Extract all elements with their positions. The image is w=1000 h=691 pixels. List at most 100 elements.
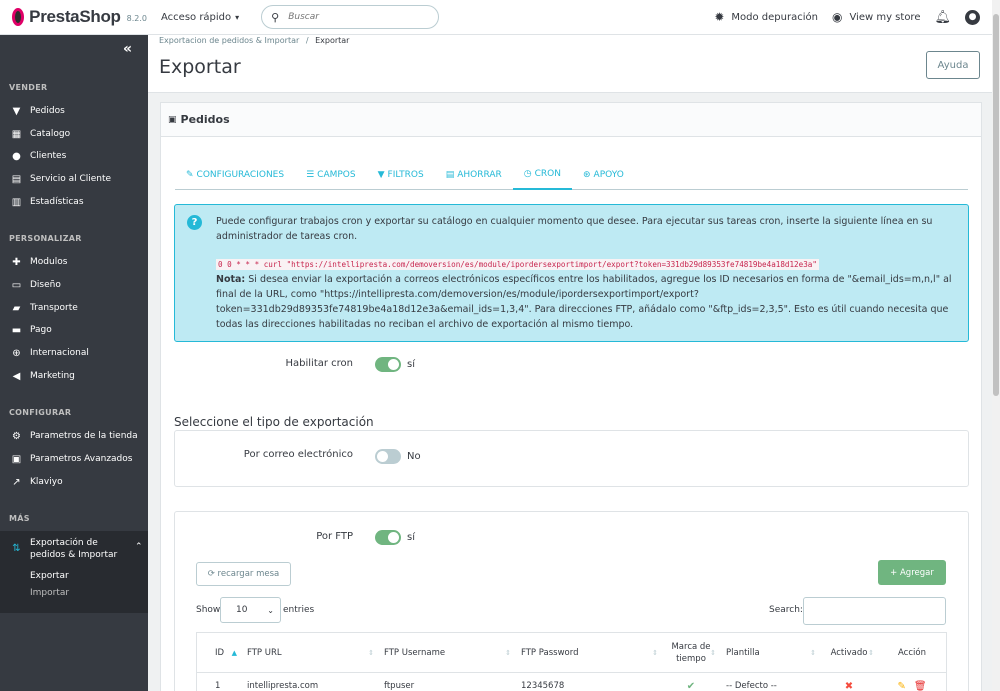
- sidebar-item-servicio[interactable]: ▤ Servicio al Cliente: [0, 169, 148, 189]
- sidebar-item-label: Servicio al Cliente: [30, 174, 112, 184]
- top-header: PrestaShop 8.2.0 Acceso rápido ▾ ⚲ ✹ Mod…: [0, 0, 992, 35]
- section-personalizar: PERSONALIZAR: [9, 234, 82, 243]
- sidebar-item-parametros-avanzados[interactable]: ▣ Parametros Avanzados: [0, 449, 148, 469]
- tab-configuraciones[interactable]: ✎ CONFIGURACIONES: [175, 160, 295, 190]
- chevron-down-icon: ⌄: [267, 605, 274, 615]
- col-template[interactable]: Plantilla ⇕: [720, 633, 820, 673]
- sidebar-item-label: Diseño: [30, 280, 61, 290]
- puzzle-icon: ✚: [12, 256, 21, 268]
- trash-icon[interactable]: 🗑︎: [914, 681, 927, 691]
- col-ftp-username[interactable]: FTP Username ⇕: [378, 633, 515, 673]
- col-id-label: ID: [215, 648, 225, 658]
- cron-info-alert: ? Puede configurar trabajos cron y expor…: [174, 204, 969, 342]
- sidebar-item-marketing[interactable]: ◀ Marketing: [0, 366, 148, 386]
- sidebar-item-internacional[interactable]: ⊕ Internacional: [0, 343, 148, 363]
- tab-campos[interactable]: ☰ CAMPOS: [295, 160, 367, 190]
- sidebar-item-estadisticas[interactable]: ▥ Estadísticas: [0, 192, 148, 212]
- sidebar-item-pago[interactable]: ▬ Pago: [0, 320, 148, 340]
- sidebar-item-exportacion[interactable]: ⇅ Exportación de pedidos & Importar ⌃: [0, 531, 148, 613]
- col-url-label: FTP URL: [247, 648, 282, 658]
- cell-template: -- Defecto --: [726, 681, 777, 691]
- sidebar-item-transporte[interactable]: ▰ Transporte: [0, 298, 148, 318]
- money-icon: ▣: [168, 114, 177, 125]
- quick-access-dropdown[interactable]: Acceso rápido ▾: [161, 12, 239, 23]
- sidebar-item-parametros-tienda[interactable]: ⚙ Parametros de la tienda: [0, 426, 148, 446]
- sidebar-item-catalogo[interactable]: ▦ Catalogo: [0, 124, 148, 144]
- view-store-link[interactable]: ◉ View my store: [832, 10, 921, 24]
- sliders-icon: ☰: [306, 170, 315, 180]
- table-search-input[interactable]: [803, 597, 946, 625]
- add-ftp-button[interactable]: + Agregar: [878, 560, 946, 585]
- sidebar-item-pedidos[interactable]: ▼ Pedidos: [0, 101, 148, 121]
- check-icon[interactable]: ✔: [687, 681, 695, 691]
- edit-icon[interactable]: ✎: [897, 681, 905, 691]
- search-box[interactable]: ⚲: [261, 5, 440, 29]
- user-account-icon[interactable]: ●: [965, 9, 980, 25]
- collapse-sidebar-icon[interactable]: «: [123, 41, 132, 57]
- basket-icon: ▼: [12, 105, 21, 117]
- alert-note: Nota: Si desea enviar la exportación a c…: [216, 272, 956, 332]
- tab-label: CAMPOS: [317, 170, 356, 180]
- page-scrollbar[interactable]: [992, 0, 1000, 691]
- tab-label: APOYO: [593, 170, 624, 180]
- sort-icon: ⇕: [868, 649, 874, 657]
- switch-knob: [388, 359, 399, 370]
- desktop-icon: ▭: [11, 279, 22, 291]
- save-icon: ▤: [445, 170, 455, 180]
- scrollbar-thumb[interactable]: [993, 14, 999, 396]
- notifications-bell-icon[interactable]: 🔔︎: [934, 10, 951, 25]
- import-export-icon: ⇅: [12, 543, 21, 554]
- tab-apoyo[interactable]: ⊛ APOYO: [572, 160, 635, 190]
- col-ftp-password[interactable]: FTP Password ⇕: [515, 633, 662, 673]
- entries-label: entries: [283, 605, 315, 615]
- sidebar-item-label: Marketing: [30, 371, 75, 381]
- table-row: 1 intellipresta.com ftpuser 12345678 ✔ -…: [197, 673, 946, 691]
- page-title: Exportar: [159, 56, 241, 78]
- ftp-export-value: sí: [407, 532, 415, 543]
- sidebar-item-label: Pedidos: [30, 106, 65, 116]
- col-timestamp-label: Marca de tiempo: [671, 642, 711, 664]
- ftp-table: ID ▲ FTP URL ⇕ FTP Username ⇕ FTP Password ⇕…: [196, 632, 947, 691]
- ftp-export-switch[interactable]: [375, 530, 401, 545]
- note-text: Si desea enviar la exportación a correos…: [216, 274, 952, 330]
- search-icon: ⚲: [271, 10, 280, 24]
- tab-label: CONFIGURACIONES: [196, 170, 285, 180]
- truck-icon: ▰: [12, 302, 21, 314]
- search-input[interactable]: [288, 12, 419, 22]
- sidebar-item-clientes[interactable]: ● Clientes: [0, 146, 148, 166]
- enable-cron-switch[interactable]: [375, 357, 401, 372]
- prestashop-logo[interactable]: PrestaShop 8.2.0: [12, 7, 147, 27]
- chat-icon: ▤: [11, 173, 22, 185]
- entries-select[interactable]: 10 ⌄: [220, 597, 281, 623]
- sidebar-subitem-exportar[interactable]: Exportar: [30, 571, 69, 581]
- col-username-label: FTP Username: [384, 648, 446, 658]
- col-ftp-url[interactable]: FTP URL ⇕: [241, 633, 378, 673]
- col-id[interactable]: ID ▲: [197, 633, 241, 673]
- col-active[interactable]: Activado ⇕: [820, 633, 878, 673]
- col-timestamp[interactable]: Marca de tiempo ⇕: [662, 633, 720, 673]
- col-action: Acción: [878, 633, 946, 673]
- cell-ftp-password: 12345678: [521, 681, 565, 691]
- sidebar-item-label: Transporte: [30, 303, 78, 313]
- breadcrumb-current: Exportar: [315, 36, 350, 45]
- sidebar-item-diseno[interactable]: ▭ Diseño: [0, 275, 148, 295]
- tab-cron[interactable]: ◷ CRON: [512, 160, 572, 190]
- switch-knob: [377, 451, 388, 462]
- brand-name: PrestaShop: [29, 7, 121, 26]
- cell-ftp-username: ftpuser: [384, 681, 415, 691]
- cross-icon[interactable]: ✖: [845, 681, 853, 691]
- sidebar-item-klaviyo[interactable]: ↗ Klaviyo: [0, 472, 148, 492]
- export-type-title: Seleccione el tipo de exportación: [174, 415, 374, 429]
- ftp-export-label: Por FTP: [316, 531, 353, 542]
- sort-icon: ⇕: [710, 649, 716, 657]
- reload-table-button[interactable]: ⟳ recargar mesa: [196, 562, 291, 586]
- help-button[interactable]: Ayuda: [926, 51, 980, 79]
- tab-filtros[interactable]: ▼ FILTROS: [367, 160, 435, 190]
- sidebar-nav: « VENDER ▼ Pedidos ▦ Catalogo ● Clientes ▤ S…: [0, 35, 148, 691]
- tab-ahorrar[interactable]: ▤ AHORRAR: [435, 160, 513, 190]
- breadcrumb-parent[interactable]: Exportacion de pedidos & Importar: [159, 36, 299, 45]
- debug-mode-link[interactable]: ✹ Modo depuración: [714, 10, 818, 24]
- sidebar-subitem-importar[interactable]: Importar: [30, 588, 69, 598]
- email-export-switch[interactable]: [375, 449, 401, 464]
- sidebar-item-modulos[interactable]: ✚ Modulos: [0, 252, 148, 272]
